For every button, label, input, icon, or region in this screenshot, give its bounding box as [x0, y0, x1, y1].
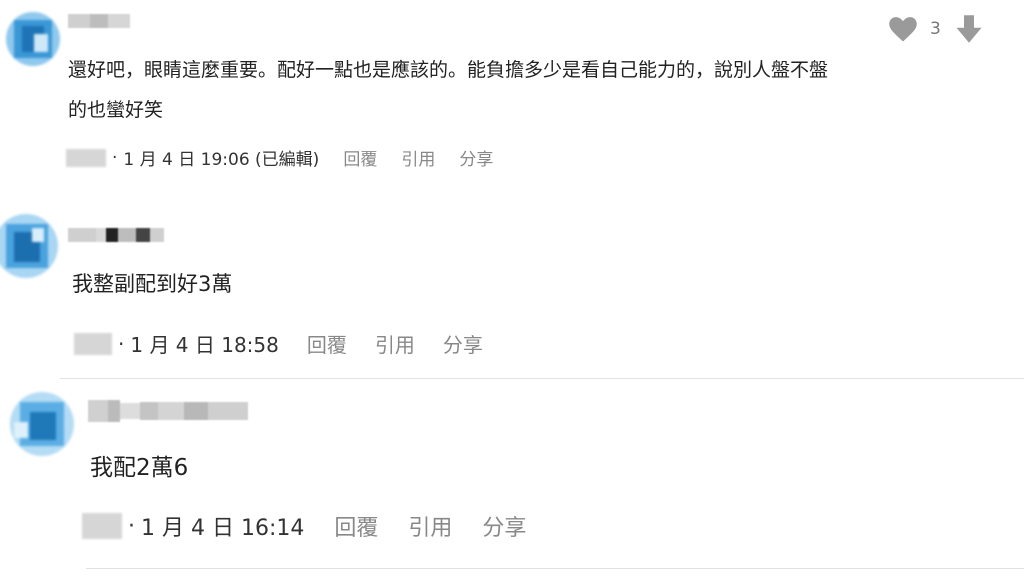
- comment-item: 3 還好吧，眼睛這麼重要。配好一點也是應該的。能負擔多少是看自己能力的，說別人盤…: [0, 0, 1024, 190]
- username-redacted[interactable]: [68, 14, 130, 28]
- reply-button[interactable]: 回覆: [343, 145, 377, 170]
- username-redacted[interactable]: [66, 148, 106, 167]
- comment-item: 我整副配到好3萬 · 1 月 4 日 18:58 回覆 引用 分享: [0, 190, 1024, 378]
- comment-thread: 3 還好吧，眼睛這麼重要。配好一點也是應該的。能負擔多少是看自己能力的，說別人盤…: [0, 0, 1024, 576]
- separator-dot: ·: [112, 147, 118, 168]
- timestamp: 1 月 4 日 16:14: [141, 516, 305, 541]
- quote-button[interactable]: 引用: [375, 329, 415, 358]
- separator-dot: ·: [118, 331, 125, 356]
- divider: [86, 568, 1024, 569]
- username-redacted[interactable]: [68, 228, 164, 242]
- timestamp: 1 月 4 日 19:06 (已編輯): [123, 150, 320, 170]
- reply-button[interactable]: 回覆: [307, 329, 347, 358]
- heart-icon[interactable]: [888, 15, 918, 43]
- arrow-down-icon[interactable]: [955, 14, 983, 44]
- avatar[interactable]: [6, 12, 60, 66]
- avatar[interactable]: [0, 214, 58, 278]
- like-count: 3: [930, 19, 941, 39]
- comment-body-line: 我配2萬6: [90, 455, 189, 481]
- share-button[interactable]: 分享: [443, 329, 483, 358]
- comment-body-line: 還好吧，眼睛這麼重要。配好一點也是應該的。能負擔多少是看自己能力的，說別人盤不盤: [68, 59, 829, 81]
- quote-button[interactable]: 引用: [401, 145, 435, 170]
- comment-body-line: 我整副配到好3萬: [72, 272, 233, 296]
- comment-meta: · 1 月 4 日 18:58 回覆 引用 分享: [74, 329, 483, 358]
- avatar[interactable]: [10, 392, 74, 456]
- share-button[interactable]: 分享: [459, 145, 493, 170]
- timestamp: 1 月 4 日 18:58: [130, 333, 279, 357]
- username-redacted[interactable]: [74, 332, 112, 355]
- quote-button[interactable]: 引用: [408, 510, 452, 542]
- share-button[interactable]: 分享: [482, 510, 526, 542]
- separator-dot: ·: [128, 513, 135, 539]
- comment-meta: · 1 月 4 日 16:14 回覆 引用 分享: [82, 510, 526, 542]
- divider: [60, 378, 1024, 379]
- username-redacted[interactable]: [82, 513, 122, 539]
- comment-item: 我配2萬6 · 1 月 4 日 16:14 回覆 引用 分享: [0, 380, 1024, 576]
- vote-controls: 3: [888, 14, 983, 44]
- comment-body-line: 的也蠻好笑: [68, 99, 164, 121]
- comment-meta: · 1 月 4 日 19:06 (已編輯) 回覆 引用 分享: [66, 145, 493, 170]
- reply-button[interactable]: 回覆: [334, 510, 378, 542]
- username-redacted[interactable]: [88, 400, 248, 422]
